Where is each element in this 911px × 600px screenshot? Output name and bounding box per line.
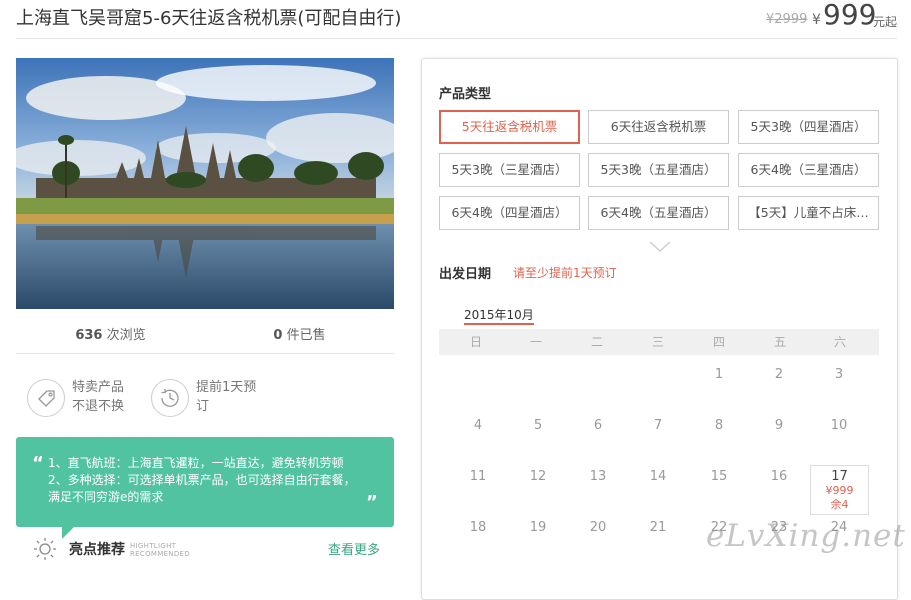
calendar-day: 12 — [529, 469, 547, 484]
highlights-title: 亮点推荐 — [69, 542, 125, 558]
clock-history-icon — [151, 379, 189, 417]
weekday: 五 — [773, 335, 786, 349]
product-option[interactable]: 5天3晚（三星酒店） — [439, 153, 580, 187]
calendar-day: 13 — [589, 469, 607, 484]
highlight-line: 2、多种选择：可选择单机票产品，也可选择自由行套餐， — [48, 473, 356, 487]
sun-icon — [33, 537, 57, 565]
weekday: 日 — [469, 335, 482, 349]
weekday: 六 — [833, 335, 846, 349]
booking-note: 请至少提前1天预订 — [513, 266, 617, 280]
calendar-day: 2 — [774, 367, 784, 382]
calendar-day: 9 — [774, 418, 784, 433]
badge-label: 不退不换 — [72, 399, 125, 414]
calendar-day: 11 — [469, 469, 487, 484]
highlight-line: 满足不同穷游e的需求 — [48, 490, 164, 504]
sale-price: 999 — [823, 0, 877, 31]
highlights-subtitle: HIGHTLIGHT — [130, 542, 177, 550]
views-count: 636 — [75, 328, 103, 343]
calendar-day: 8 — [714, 418, 724, 433]
product-option[interactable]: 6天往返含税机票 — [588, 110, 729, 144]
calendar-day: 3 — [834, 367, 844, 382]
available-date-day: 17 — [831, 469, 848, 484]
calendar-day: 4 — [473, 418, 483, 433]
calendar-day: 21 — [649, 520, 667, 535]
see-more-link[interactable]: 查看更多 — [328, 539, 380, 558]
badge-label: 提前1天预 — [196, 380, 257, 395]
page-title: 上海直飞吴哥窟5-6天往返含税机票(可配自由行) — [16, 8, 402, 29]
month-tab[interactable]: 2015年10月 — [464, 306, 534, 323]
product-type-label: 产品类型 — [439, 87, 492, 102]
tag-icon — [27, 379, 65, 417]
product-option[interactable]: 5天3晚（四星酒店） — [738, 110, 879, 144]
header-divider — [16, 38, 897, 39]
highlights-subtitle: RECOMMENDED — [130, 550, 190, 558]
highlight-box-tail — [62, 525, 76, 539]
views-label: 次浏览 — [106, 328, 146, 343]
price-suffix: 元起 — [873, 15, 898, 29]
sold-stat: 0 件已售 — [205, 324, 394, 343]
weekday: 三 — [651, 335, 664, 349]
watermark: eLvXing.net — [706, 518, 906, 554]
product-photo — [16, 58, 394, 309]
original-price: ¥2999 — [766, 12, 808, 27]
calendar-day: 15 — [710, 469, 728, 484]
product-option[interactable]: 5天3晚（五星酒店） — [588, 153, 729, 187]
close-quote-icon: ” — [366, 492, 378, 513]
calendar-day: 6 — [593, 418, 603, 433]
sold-count: 0 — [273, 328, 283, 343]
product-option[interactable]: 5天往返含税机票 — [439, 110, 580, 144]
badge-label: 订 — [196, 399, 210, 414]
calendar-day: 16 — [770, 469, 788, 484]
currency-symbol: ¥ — [812, 12, 821, 28]
calendar-day: 5 — [533, 418, 543, 433]
weekday: 二 — [590, 335, 603, 349]
month-tab-underline — [464, 323, 534, 325]
product-option[interactable]: 6天4晚（五星酒店） — [588, 196, 729, 230]
calendar-day: 18 — [469, 520, 487, 535]
product-option[interactable]: 6天4晚（三星酒店） — [738, 153, 879, 187]
weekday: 一 — [529, 335, 542, 349]
departure-date-label: 出发日期 — [439, 267, 492, 282]
product-option[interactable]: 【5天】儿童不占床… — [738, 196, 879, 230]
available-date-stock: 余4 — [830, 498, 849, 511]
calendar-day: 19 — [529, 520, 547, 535]
chevron-down-icon[interactable] — [649, 238, 671, 257]
calendar-day: 20 — [589, 520, 607, 535]
calendar-day: 1 — [714, 367, 724, 382]
calendar-day: 7 — [653, 418, 663, 433]
views-stat: 636 次浏览 — [16, 324, 205, 343]
badge-label: 特卖产品 — [72, 380, 125, 395]
highlight-line: 1、直飞航班：上海直飞暹粒，一站直达，避免转机劳顿 — [48, 456, 344, 470]
calendar-day: 10 — [830, 418, 848, 433]
product-option[interactable]: 6天4晚（四星酒店） — [439, 196, 580, 230]
stats-divider — [16, 353, 394, 354]
open-quote-icon: “ — [32, 453, 44, 474]
sold-label: 件已售 — [286, 328, 326, 343]
calendar-day: 14 — [649, 469, 667, 484]
weekday: 四 — [712, 335, 725, 349]
